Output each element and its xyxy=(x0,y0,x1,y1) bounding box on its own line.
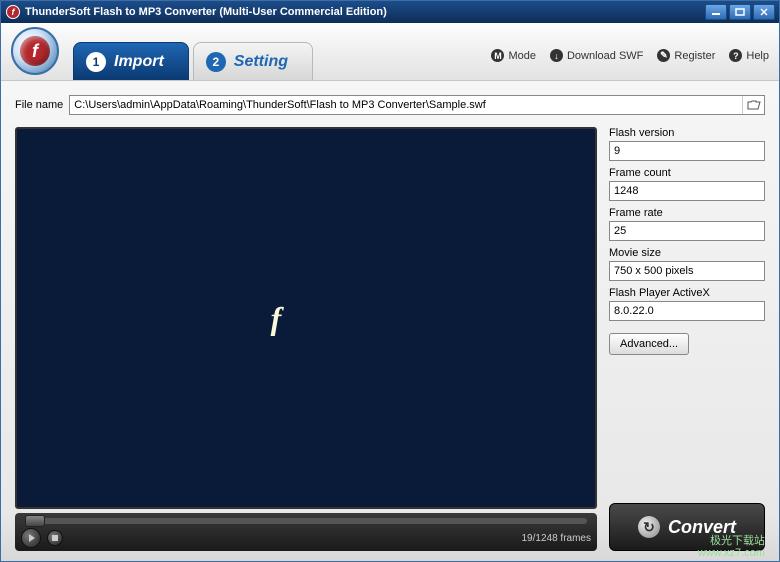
flash-logo-icon: f xyxy=(20,36,50,66)
menu-help[interactable]: ? Help xyxy=(729,49,769,62)
main-row: f 19/1248 frames xyxy=(15,127,765,551)
flash-preview: f xyxy=(15,127,597,509)
main-body: File name f xyxy=(1,81,779,561)
menu-help-label: Help xyxy=(746,50,769,62)
menu-download-swf[interactable]: ↓ Download SWF xyxy=(550,49,643,62)
folder-open-icon xyxy=(747,99,761,111)
minimize-button[interactable] xyxy=(705,4,727,20)
menu-register[interactable]: ✎ Register xyxy=(657,49,715,62)
preview-column: f 19/1248 frames xyxy=(15,127,597,551)
tab-import[interactable]: 1 Import xyxy=(73,42,189,80)
help-icon: ? xyxy=(729,49,742,62)
frame-rate-value xyxy=(609,221,765,241)
tab-setting-label: Setting xyxy=(234,53,288,71)
convert-label: Convert xyxy=(668,517,736,538)
menu-mode[interactable]: M Mode xyxy=(491,49,536,62)
register-icon: ✎ xyxy=(657,49,670,62)
file-input-wrap xyxy=(69,95,765,115)
play-button[interactable] xyxy=(21,528,41,548)
activex-label: Flash Player ActiveX xyxy=(609,287,765,299)
seek-thumb[interactable] xyxy=(25,515,45,527)
flash-f-icon: f xyxy=(271,300,282,337)
menu-download-label: Download SWF xyxy=(567,50,643,62)
info-column: Flash version Frame count Frame rate Mov… xyxy=(609,127,765,551)
mode-icon: M xyxy=(491,49,504,62)
stop-icon xyxy=(52,535,58,541)
seek-track[interactable] xyxy=(25,518,587,524)
frame-counter: 19/1248 frames xyxy=(522,533,592,544)
app-window: f ThunderSoft Flash to MP3 Converter (Mu… xyxy=(0,0,780,562)
flash-version-label: Flash version xyxy=(609,127,765,139)
activex-value xyxy=(609,301,765,321)
file-name-label: File name xyxy=(15,99,63,111)
tab-number-2: 2 xyxy=(206,52,226,72)
tab-number-1: 1 xyxy=(86,52,106,72)
movie-size-label: Movie size xyxy=(609,247,765,259)
close-button[interactable] xyxy=(753,4,775,20)
tab-setting[interactable]: 2 Setting xyxy=(193,42,313,80)
file-row: File name xyxy=(15,95,765,115)
convert-button[interactable]: Convert xyxy=(609,503,765,551)
frame-count-label: Frame count xyxy=(609,167,765,179)
window-title: ThunderSoft Flash to MP3 Converter (Mult… xyxy=(25,6,387,18)
browse-button[interactable] xyxy=(742,96,764,114)
convert-icon xyxy=(638,516,660,538)
advanced-button[interactable]: Advanced... xyxy=(609,333,689,355)
stop-button[interactable] xyxy=(47,530,63,546)
title-bar: f ThunderSoft Flash to MP3 Converter (Mu… xyxy=(1,1,779,23)
play-icon xyxy=(29,534,35,542)
menu-register-label: Register xyxy=(674,50,715,62)
tab-bar: 1 Import 2 Setting xyxy=(73,40,313,80)
file-path-input[interactable] xyxy=(70,99,742,111)
player-bar: 19/1248 frames xyxy=(15,513,597,551)
movie-size-value xyxy=(609,261,765,281)
flash-version-value xyxy=(609,141,765,161)
app-logo: f xyxy=(11,27,59,75)
download-icon: ↓ xyxy=(550,49,563,62)
header: f 1 Import 2 Setting M Mode ↓ Download S… xyxy=(1,23,779,81)
menu-mode-label: Mode xyxy=(508,50,536,62)
maximize-button[interactable] xyxy=(729,4,751,20)
top-menu: M Mode ↓ Download SWF ✎ Register ? Help xyxy=(491,49,769,62)
frame-rate-label: Frame rate xyxy=(609,207,765,219)
app-icon: f xyxy=(5,4,21,20)
frame-count-value xyxy=(609,181,765,201)
tab-import-label: Import xyxy=(114,53,164,71)
seek-row xyxy=(21,516,591,526)
control-row: 19/1248 frames xyxy=(21,528,591,548)
